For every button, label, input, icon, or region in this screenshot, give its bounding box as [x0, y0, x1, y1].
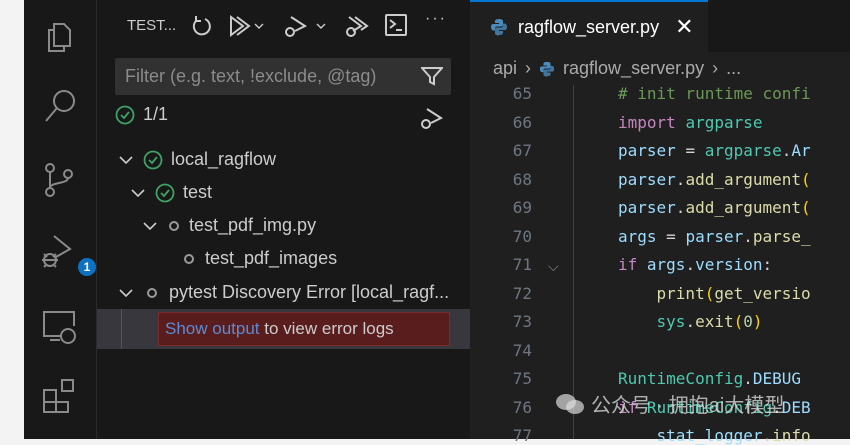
chevron-down-icon[interactable]: [117, 284, 135, 302]
tree-item-test-file[interactable]: test_pdf_img.py: [97, 209, 470, 242]
code-line[interactable]: RuntimeConfig.DEBUG: [618, 369, 801, 388]
close-icon[interactable]: ✕: [675, 14, 693, 40]
tree-item-label: local_ragflow: [171, 149, 277, 169]
test-count: 1/1: [143, 104, 169, 124]
code-line[interactable]: if args.version:: [618, 255, 772, 274]
wechat-icon: [556, 393, 584, 414]
code-line[interactable]: parser.add_argument(: [618, 198, 811, 217]
watermark: 公众号 · 拥抱ai大模型: [555, 389, 784, 418]
line-number: 71: [512, 255, 532, 274]
tree-item-label: test: [183, 182, 213, 202]
run-and-debug-icon[interactable]: 1: [40, 232, 98, 278]
breadcrumb-item[interactable]: api: [493, 58, 517, 79]
not-run-icon: [147, 287, 157, 298]
line-number: 70: [512, 226, 532, 246]
fold-chevron-icon[interactable]: ⌵: [548, 258, 559, 275]
indent-guide: [573, 85, 574, 439]
python-file-icon: [491, 19, 507, 36]
error-message: Show output to view error logs: [158, 312, 450, 346]
code-line[interactable]: # init runtime confi: [618, 84, 811, 103]
code-line[interactable]: stat_logger.info: [618, 426, 811, 445]
passed-icon: [143, 150, 163, 169]
code-line[interactable]: parser.add_argument(: [618, 170, 811, 189]
line-number: 66: [512, 112, 532, 132]
run-with-coverage-icon[interactable]: [345, 14, 369, 40]
chevron-down-icon[interactable]: [117, 151, 135, 169]
line-number: 77: [512, 426, 532, 445]
code-line[interactable]: print(get_versio: [618, 284, 811, 303]
debug-badge: 1: [76, 256, 98, 278]
watermark-text: 公众号 · 拥抱ai大模型: [591, 395, 785, 417]
line-number: 65: [512, 84, 532, 103]
more-actions-icon[interactable]: ···: [425, 10, 447, 36]
chevron-right-icon: ›: [712, 58, 719, 78]
tree-item-test-function[interactable]: test_pdf_images: [97, 242, 470, 275]
filter-placeholder: Filter (e.g. text, !exclude, @tag): [125, 66, 377, 86]
refresh-tests-icon[interactable]: [191, 14, 213, 40]
filter-icon[interactable]: [421, 66, 443, 86]
test-status: 1/1: [115, 104, 168, 125]
editor: ragflow_server.py ✕ api › ragflow_server.…: [470, 0, 850, 445]
tree-item-discovery-error[interactable]: pytest Discovery Error [local_ragf...: [97, 276, 470, 309]
breadcrumb: api › ragflow_server.py › ...: [493, 58, 741, 79]
tree-item-label: pytest Discovery Error [local_ragf...: [169, 282, 450, 302]
show-output-link[interactable]: Show output: [165, 319, 260, 338]
passed-icon: [155, 183, 175, 202]
explorer-icon[interactable]: [40, 16, 80, 56]
tree-item-label: test_pdf_images: [205, 248, 338, 268]
breadcrumb-item[interactable]: ...: [726, 58, 741, 79]
tree-item-test[interactable]: test: [97, 176, 470, 209]
search-icon[interactable]: [40, 86, 80, 126]
error-text: to view error logs: [259, 319, 394, 338]
not-run-icon: [169, 220, 179, 231]
line-number: 67: [512, 141, 532, 160]
chevron-down-icon[interactable]: [141, 217, 159, 235]
code-line[interactable]: sys.exit(0): [618, 312, 763, 331]
line-number: 72: [512, 283, 532, 303]
code-line[interactable]: import argparse: [618, 113, 763, 132]
line-number: 69: [512, 198, 532, 217]
filter-input[interactable]: Filter (e.g. text, !exclude, @tag): [115, 58, 451, 95]
line-number: 74: [512, 340, 532, 360]
code-line[interactable]: args = parser.parse_: [618, 227, 811, 246]
testing-sidebar: TEST... ··· Filter (e.g. text, !exclude,…: [96, 0, 471, 439]
debug-all-icon[interactable]: [419, 106, 445, 135]
passed-icon: [115, 105, 135, 124]
line-number: 75: [512, 369, 532, 388]
extensions-icon[interactable]: [40, 376, 80, 416]
run-tests-icon[interactable]: [229, 14, 265, 40]
remote-explorer-icon[interactable]: [40, 306, 80, 346]
code-line[interactable]: parser = argparse.Ar: [618, 141, 811, 160]
tab-label: ragflow_server.py: [518, 16, 660, 37]
activity-bar: 1: [24, 0, 98, 439]
show-output-terminal-icon[interactable]: [385, 14, 407, 40]
python-file-icon: [539, 61, 555, 77]
breadcrumb-item[interactable]: ragflow_server.py: [563, 58, 704, 79]
line-number: 73: [512, 312, 532, 331]
chevron-down-icon[interactable]: [129, 184, 147, 202]
line-number: 76: [512, 397, 532, 417]
tab-ragflow-server[interactable]: ragflow_server.py ✕: [470, 0, 708, 52]
tree-item-label: test_pdf_img.py: [189, 215, 317, 235]
error-message-row[interactable]: Show output to view error logs: [97, 309, 471, 349]
chevron-right-icon: ›: [525, 58, 532, 78]
source-control-icon[interactable]: [40, 160, 80, 200]
tab-bar: ragflow_server.py ✕: [470, 0, 850, 52]
not-run-icon: [184, 253, 194, 264]
line-number: 68: [512, 169, 532, 189]
tree-item-local-ragflow[interactable]: local_ragflow: [97, 143, 470, 176]
debug-tests-icon[interactable]: [283, 14, 327, 40]
sidebar-title: TEST...: [127, 17, 177, 34]
